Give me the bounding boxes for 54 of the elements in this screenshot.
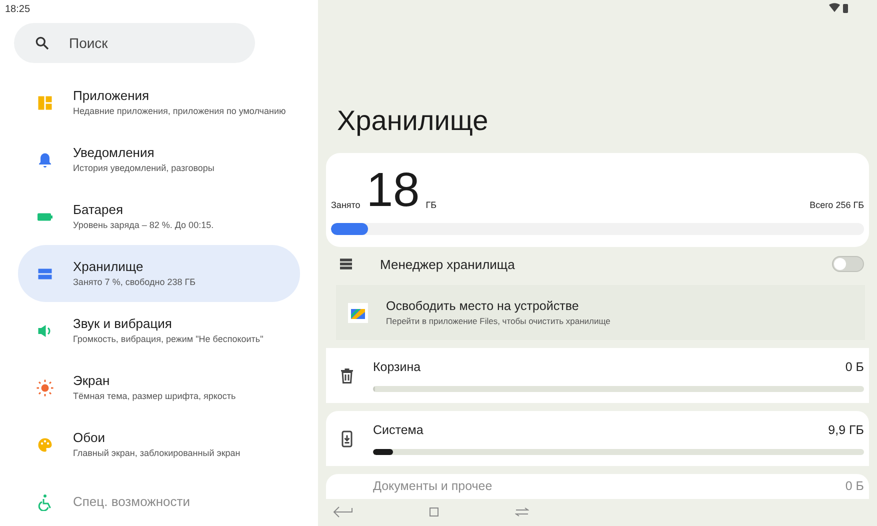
back-icon[interactable]	[333, 506, 353, 518]
switch-apps-icon[interactable]	[515, 507, 529, 517]
category-size: 0 Б	[845, 479, 864, 493]
item-title: Хранилище	[73, 259, 144, 274]
item-title: Батарея	[73, 202, 124, 217]
item-title: Уведомления	[73, 145, 156, 160]
item-subtitle: История уведомлений, разговоры	[73, 163, 214, 174]
palette-icon	[36, 436, 54, 454]
item-title: Обои	[73, 430, 106, 445]
bell-icon	[36, 150, 54, 168]
used-label: Занято	[331, 200, 360, 210]
list-icon	[338, 256, 354, 272]
search-icon	[34, 35, 50, 51]
item-subtitle: Тёмная тема, размер шрифта, яркость	[73, 391, 236, 402]
item-title: Приложения	[73, 88, 150, 103]
used-value: 18	[366, 169, 420, 213]
item-subtitle: Недавние приложения, приложения по умолчанию	[73, 106, 286, 117]
sun-icon	[36, 378, 54, 396]
status-icons	[829, 3, 849, 13]
manager-switch[interactable]	[832, 256, 864, 272]
item-subtitle: Громкость, вибрация, режим "Не беспокоить"	[73, 334, 264, 345]
category-name: Документы и прочее	[373, 479, 492, 493]
free-up-subtitle: Перейти в приложение Files, чтобы очистить хранилище	[386, 316, 610, 326]
item-title: Экран	[73, 373, 111, 388]
search-field[interactable]: Поиск	[14, 23, 255, 63]
free-up-card[interactable]: Освободить место на устройстве Перейти в приложение Files, чтобы очистить хранилище	[336, 285, 865, 340]
category-row[interactable]: Система 9,9 ГБ	[326, 411, 869, 466]
trash-icon	[338, 366, 356, 384]
item-title: Спец. возможности	[73, 494, 190, 509]
free-up-title: Освободить место на устройстве	[386, 299, 580, 313]
status-time: 18:25	[4, 3, 32, 15]
item-title: Звук и вибрация	[73, 316, 173, 331]
category-name: Корзина	[373, 360, 421, 374]
sidebar-item[interactable]: Обои Главный экран, заблокированный экран	[18, 416, 300, 473]
category-name: Система	[373, 422, 424, 436]
category-size: 0 Б	[845, 360, 864, 374]
files-app-icon	[348, 302, 368, 322]
sidebar-item[interactable]: Батарея Уровень заряда – 82 %. До 00:15.	[18, 188, 300, 245]
item-subtitle: Уровень заряда – 82 %. До 00:15.	[73, 220, 214, 231]
item-subtitle: Занято 7 %, свободно 238 ГБ	[73, 277, 196, 288]
sidebar-item[interactable]: Хранилище Занято 7 %, свободно 238 ГБ	[18, 245, 300, 302]
sidebar-item[interactable]: Уведомления История уведомлений, разговоры	[18, 131, 300, 188]
category-size: 9,9 ГБ	[828, 422, 864, 436]
home-icon[interactable]	[429, 507, 439, 517]
item-subtitle: Главный экран, заблокированный экран	[73, 448, 240, 459]
sidebar-item[interactable]: Экран Тёмная тема, размер шрифта, яркость	[18, 359, 300, 416]
sidebar-item[interactable]: Звук и вибрация Громкость, вибрация, режим "Не беспокоить"	[18, 302, 300, 359]
sidebar-item[interactable]: Приложения Недавние приложения, приложения по умолчанию	[18, 74, 300, 131]
used-unit: ГБ	[426, 200, 438, 210]
total-storage: Всего 256 ГБ	[810, 200, 864, 210]
page-title: Хранилище	[337, 105, 490, 137]
grid-icon	[36, 94, 54, 112]
manager-label: Менеджер хранилища	[380, 256, 516, 272]
category-row[interactable]: Корзина 0 Б	[326, 348, 869, 403]
